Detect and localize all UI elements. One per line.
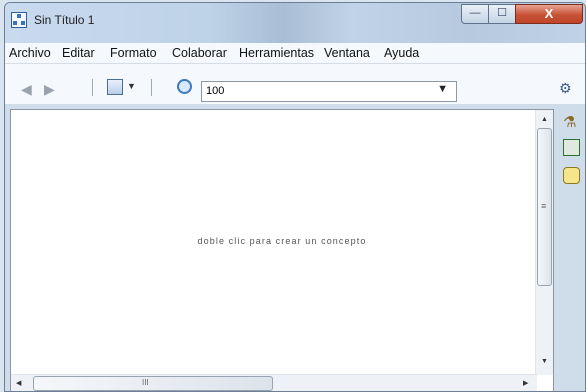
scroll-left-icon[interactable]: ◀ bbox=[16, 379, 21, 387]
menu-bar: Archivo Editar Formato Colaborar Herrami… bbox=[5, 43, 585, 64]
menu-ayuda[interactable]: Ayuda bbox=[384, 46, 419, 60]
back-arrow-icon[interactable]: ◀ bbox=[21, 81, 32, 98]
vertical-scroll-thumb[interactable]: ≡ bbox=[537, 128, 552, 286]
canvas-hint: doble clic para crear un concepto bbox=[197, 236, 367, 246]
menu-colaborar[interactable]: Colaborar bbox=[172, 46, 227, 60]
app-icon bbox=[11, 12, 27, 28]
view-icon[interactable] bbox=[107, 79, 123, 95]
book-icon[interactable] bbox=[563, 139, 580, 156]
menu-editar[interactable]: Editar bbox=[62, 46, 95, 60]
concept-map-canvas[interactable]: doble clic para crear un concepto ▲ ≡ ▼ … bbox=[10, 109, 554, 391]
app-window: Sin Título 1 — ☐ X Archivo Editar Format… bbox=[4, 2, 586, 392]
scroll-up-icon[interactable]: ▲ bbox=[541, 116, 548, 123]
menu-herramientas[interactable]: Herramientas bbox=[239, 46, 314, 60]
info-badge-icon[interactable] bbox=[563, 167, 580, 184]
dropdown-icon[interactable]: ▼ bbox=[127, 81, 136, 91]
zoom-select[interactable]: 100 ▼ bbox=[201, 81, 457, 102]
horizontal-scroll-thumb[interactable]: III bbox=[33, 376, 273, 391]
chevron-down-icon[interactable]: ▼ bbox=[437, 83, 448, 95]
maximize-button[interactable]: ☐ bbox=[488, 4, 516, 24]
scroll-right-icon[interactable]: ▶ bbox=[523, 379, 528, 387]
vertical-scrollbar[interactable]: ▲ ≡ ▼ bbox=[535, 110, 553, 375]
menu-formato[interactable]: Formato bbox=[110, 46, 157, 60]
ink-bottle-icon[interactable]: ⚗ bbox=[563, 113, 580, 131]
style-palette-icon[interactable]: ⚙ bbox=[559, 80, 572, 97]
title-bar[interactable]: Sin Título 1 — ☐ X bbox=[5, 3, 585, 43]
close-button[interactable]: X bbox=[515, 4, 583, 24]
toolbar: ◀ ▶ ▼ 100 ▼ ⚙ bbox=[5, 64, 585, 104]
menu-archivo[interactable]: Archivo bbox=[9, 46, 51, 60]
menu-ventana[interactable]: Ventana bbox=[324, 46, 370, 60]
minimize-button[interactable]: — bbox=[461, 4, 489, 24]
scroll-down-icon[interactable]: ▼ bbox=[541, 358, 548, 365]
horizontal-scrollbar[interactable]: ◀ III ▶ bbox=[11, 374, 537, 391]
window-title: Sin Título 1 bbox=[34, 13, 95, 27]
toolbar-separator bbox=[92, 79, 93, 96]
toolbar-separator bbox=[151, 79, 152, 96]
scroll-grip-icon: III bbox=[142, 378, 149, 387]
zoom-value: 100 bbox=[206, 85, 225, 97]
scroll-grip-icon: ≡ bbox=[541, 201, 547, 211]
forward-arrow-icon[interactable]: ▶ bbox=[44, 81, 55, 98]
zoom-icon[interactable] bbox=[177, 79, 192, 94]
